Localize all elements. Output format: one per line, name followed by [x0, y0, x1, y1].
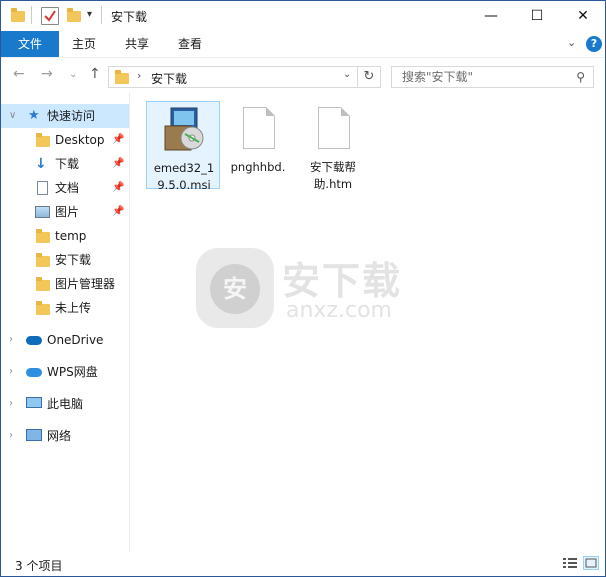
document-icon [37, 181, 48, 195]
forward-icon[interactable]: → [41, 66, 53, 82]
pin-icon[interactable]: 📌 [112, 176, 124, 200]
refresh-icon[interactable]: ↻ [358, 66, 381, 88]
navigation-bar: ← → ⌄ ↑ › 安下载 ⌄ ↻ 搜索"安下载" ⚲ [1, 57, 605, 93]
help-icon[interactable]: ? [586, 36, 602, 52]
file-name-line: 助.htm [313, 177, 353, 191]
maximize-button[interactable]: ☐ [514, 1, 560, 31]
file-icon [243, 107, 275, 149]
cloud-icon [26, 368, 42, 377]
file-name-line: 9.5.0.msi [157, 178, 211, 192]
watermark: 安 安下载 anxz.com [196, 248, 408, 330]
search-input[interactable]: 搜索"安下载" ⚲ [391, 66, 594, 88]
folder-icon [36, 229, 50, 243]
sidebar-item-folder[interactable]: 安下载 [1, 248, 129, 272]
pin-icon[interactable]: 📌 [112, 128, 124, 152]
sidebar-item-onedrive[interactable]: › OneDrive [1, 328, 129, 352]
chevron-right-icon[interactable]: › [9, 360, 13, 384]
file-name-line: 安下载帮 [310, 160, 356, 174]
window-title: 安下载 [111, 10, 148, 24]
file-item[interactable]: 安下载帮 助.htm [296, 101, 370, 191]
recent-locations-icon[interactable]: ⌄ [69, 69, 77, 80]
tab-file[interactable]: 文件 [1, 31, 59, 57]
sidebar-item-label: Desktop [55, 133, 105, 147]
sidebar-item-network[interactable]: › 网络 [1, 424, 129, 448]
breadcrumb-current[interactable]: 安下载 [151, 70, 187, 87]
sidebar-item-quick-access[interactable]: ∨ ★ 快速访问 [1, 104, 129, 128]
divider [101, 6, 102, 24]
sidebar-item-documents[interactable]: 文档 📌 [1, 176, 129, 200]
folder-icon [36, 301, 50, 315]
file-name-line: pnghhbd. [230, 160, 286, 174]
sidebar-item-label: 文档 [55, 181, 80, 195]
file-icon [318, 107, 350, 149]
sidebar-item-label: 图片管理器 [55, 277, 116, 291]
sidebar-item-label: 网络 [47, 429, 72, 443]
properties-icon[interactable] [41, 7, 59, 25]
sidebar-item-folder[interactable]: 图片管理器 [1, 272, 129, 296]
sidebar-item-label: OneDrive [47, 333, 104, 347]
sidebar-item-folder[interactable]: temp [1, 224, 129, 248]
tab-home[interactable]: 主页 [61, 31, 107, 57]
customize-toolbar-icon[interactable]: ▾ [87, 9, 92, 20]
sidebar-item-label: 此电脑 [47, 397, 84, 411]
pin-icon[interactable]: 📌 [112, 200, 124, 224]
expand-ribbon-icon[interactable]: ⌄ [567, 36, 576, 49]
tab-view[interactable]: 查看 [167, 31, 213, 57]
folder-icon [36, 253, 50, 267]
details-view-icon[interactable] [562, 556, 578, 570]
explorer-window: ▾ 安下载 — ☐ ✕ 文件 主页 共享 查看 ⌄ ? ← → ⌄ ↑ › 安下… [0, 0, 606, 577]
back-icon[interactable]: ← [13, 66, 25, 82]
watermark-logo-char: 安 [210, 264, 260, 314]
up-icon[interactable]: ↑ [89, 66, 101, 82]
sidebar-item-wps-cloud[interactable]: › WPS网盘 [1, 360, 129, 384]
sidebar-item-desktop[interactable]: Desktop 📌 [1, 128, 129, 152]
search-placeholder: 搜索"安下载" [402, 70, 474, 84]
installer-icon [161, 106, 207, 154]
file-item[interactable]: emed32_1 9.5.0.msi [146, 101, 220, 192]
watermark-logo-icon: 安 [196, 248, 274, 328]
sidebar-item-label: WPS网盘 [47, 365, 98, 379]
large-icons-view-icon[interactable] [583, 556, 599, 570]
sidebar-item-label: 图片 [55, 205, 80, 219]
tab-share[interactable]: 共享 [114, 31, 160, 57]
sidebar-item-folder[interactable]: 未上传 [1, 296, 129, 320]
star-icon: ★ [28, 108, 40, 123]
address-dropdown-icon[interactable]: ⌄ [343, 69, 351, 80]
ribbon-tabs: 文件 主页 共享 查看 ⌄ ? [1, 31, 605, 57]
sidebar-item-label: 快速访问 [47, 109, 96, 123]
close-button[interactable]: ✕ [560, 1, 606, 31]
minimize-button[interactable]: — [468, 1, 514, 31]
file-item[interactable]: pnghhbd. [221, 101, 295, 189]
status-bar: 3 个项目 [1, 552, 605, 576]
watermark-text-en: anxz.com [286, 298, 392, 323]
chevron-right-icon[interactable]: › [9, 392, 13, 416]
file-name-line: emed32_1 [153, 161, 215, 175]
cloud-icon [26, 336, 42, 345]
item-count: 3 个项目 [15, 559, 63, 573]
title-bar: ▾ 安下载 — ☐ ✕ [1, 1, 605, 31]
chevron-right-icon[interactable]: › [9, 424, 13, 448]
pin-icon[interactable]: 📌 [112, 152, 124, 176]
sidebar-item-label: 未上传 [55, 301, 92, 315]
sidebar-item-this-pc[interactable]: › 此电脑 [1, 392, 129, 416]
breadcrumb-separator-icon[interactable]: › [137, 69, 141, 82]
network-icon [26, 429, 42, 441]
chevron-down-icon[interactable]: ∨ [9, 104, 16, 128]
sidebar-item-label: temp [55, 229, 87, 243]
computer-icon [26, 397, 42, 408]
search-icon: ⚲ [576, 70, 585, 84]
sidebar-item-label: 下载 [55, 157, 80, 171]
chevron-right-icon[interactable]: › [9, 328, 13, 352]
divider [31, 6, 32, 24]
folder-icon [36, 133, 50, 147]
sidebar-item-downloads[interactable]: ↓ 下载 📌 [1, 152, 129, 176]
download-icon: ↓ [35, 156, 47, 172]
navigation-pane: ∨ ★ 快速访问 Desktop 📌 ↓ 下载 📌 文档 📌 图片 📌 temp [1, 93, 130, 552]
picture-icon [35, 206, 50, 218]
address-bar[interactable]: › 安下载 ⌄ [108, 66, 358, 88]
sidebar-item-pictures[interactable]: 图片 📌 [1, 200, 129, 224]
sidebar-item-label: 安下载 [55, 253, 92, 267]
watermark-text-cn: 安下载 [282, 259, 403, 303]
folder-icon [36, 277, 50, 291]
